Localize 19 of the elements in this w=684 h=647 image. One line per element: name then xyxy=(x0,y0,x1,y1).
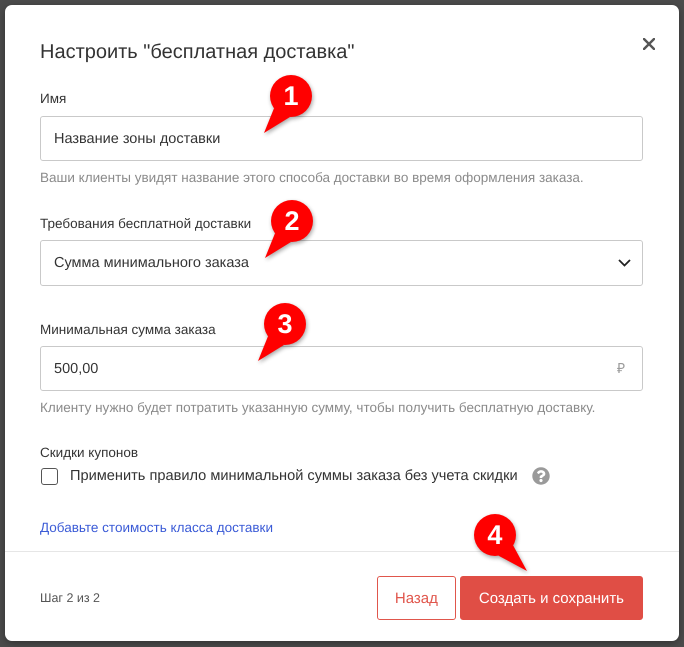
chevron-down-icon xyxy=(618,259,631,267)
help-text: Ваши клиенты увидят название этого способа доставки во время оформления заказа. xyxy=(40,170,584,186)
field-label: Скидки купонов xyxy=(40,445,138,461)
step-indicator: Шаг 2 из 2 xyxy=(40,591,100,605)
field-label: Имя xyxy=(40,91,66,107)
currency-symbol: ₽ xyxy=(617,360,625,377)
help-icon[interactable] xyxy=(532,467,550,485)
dialog-title: Настроить "бесплатная доставка" xyxy=(40,40,355,64)
checkbox[interactable] xyxy=(41,468,58,484)
checkbox-label[interactable]: Применить правило минимальной суммы заказа без учета скидки xyxy=(70,466,518,486)
shipping-class-link[interactable]: Добавьте стоимость класса доставки xyxy=(40,520,274,536)
close-icon[interactable] xyxy=(643,38,655,50)
field-label: Минимальная сумма заказа xyxy=(40,322,216,338)
name-input[interactable]: Название зоны доставки xyxy=(40,116,643,161)
help-text: Клиенту нужно будет потратить указанную сумму, чтобы получить бесплатную доставку. xyxy=(40,400,596,416)
back-button[interactable]: Назад xyxy=(376,576,456,620)
field-label: Требования бесплатной доставки xyxy=(40,216,252,232)
requirement-dropdown[interactable]: Сумма минимального заказа xyxy=(40,240,643,286)
create-save-button[interactable]: Создать и сохранить xyxy=(460,576,643,620)
